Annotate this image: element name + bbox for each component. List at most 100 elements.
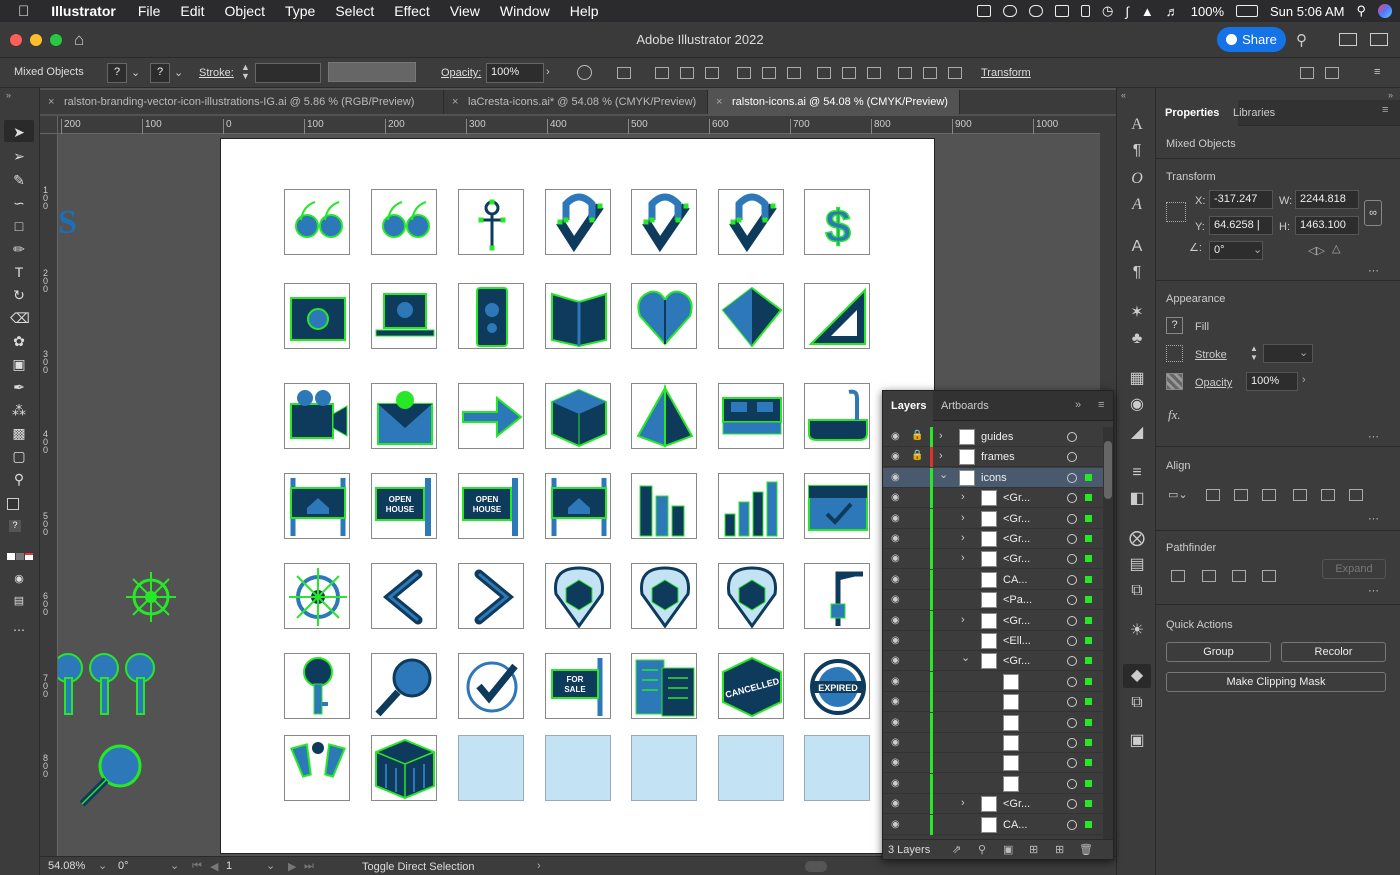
battery-icon[interactable] [1236,5,1259,17]
zoom-chevron-icon[interactable]: ⌄ [98,859,107,872]
selection-indicator[interactable] [1085,718,1092,726]
lasso-tool-icon[interactable]: ✿ [10,333,28,349]
tab-properties[interactable]: Properties [1165,107,1219,119]
clipping-mask-icon[interactable]: ▣ [1003,843,1013,856]
align-bottom-icon[interactable] [787,67,801,79]
distribute-vcenter-icon[interactable] [842,67,856,79]
target-circle-icon[interactable] [1067,452,1077,463]
collapse-panel-icon[interactable]: » [1388,90,1393,100]
direct-selection-tool-icon[interactable]: ➢ [10,148,28,164]
glyphs-panel-icon[interactable]: A [1129,197,1145,213]
reference-point-icon[interactable] [1166,202,1186,222]
appearance-more-icon[interactable]: ⋯ [1368,430,1379,443]
symbol-sprayer-tool-icon[interactable]: ⁂ [10,402,28,418]
menu-edit[interactable]: Edit [180,3,204,19]
cancelled-stamp-icon[interactable]: CANCELLED [718,653,784,719]
color-guide-icon[interactable]: ◉ [1129,397,1145,413]
key-icon[interactable] [284,653,350,719]
empty-icon-frame[interactable] [718,735,784,801]
opacity-label[interactable]: Opacity [1195,377,1232,389]
close-tab-icon[interactable]: × [716,96,722,108]
layer-row[interactable]: ◉ <Pa... [883,590,1103,611]
rotate-chevron-icon[interactable]: ⌄ [1253,243,1262,256]
paintbrush-tool-icon[interactable]: ✏ [10,241,28,257]
diamond-icon[interactable] [718,283,784,349]
bluetooth-icon[interactable]: ∫ [1125,4,1129,19]
menu-help[interactable]: Help [570,3,599,19]
none-mode-icon[interactable] [25,553,33,560]
target-circle-icon[interactable] [1067,697,1077,708]
align-top-icon[interactable] [1293,489,1307,501]
layers-menu-icon[interactable]: ≡ [1098,399,1104,411]
layer-row[interactable]: ◉ CA... [883,569,1103,590]
zoom-level[interactable]: 54.08% [48,860,85,872]
screen-mode-icon[interactable]: ▤ [10,593,28,609]
menu-select[interactable]: Select [335,3,374,19]
volume-icon[interactable]: ♬ [1166,4,1179,19]
last-artboard-icon[interactable]: ⏭ [304,860,314,873]
selection-tool-icon[interactable]: ➤ [10,124,28,140]
x-input[interactable]: -317.247 [1209,190,1273,209]
opacity-label[interactable]: Opacity: [441,67,481,79]
empty-icon-frame[interactable] [458,735,524,801]
cube-icon[interactable] [545,383,611,449]
stroke-swatch-icon[interactable] [1166,345,1183,362]
recolor-button[interactable]: Recolor [1281,642,1386,662]
close-tab-icon[interactable]: × [48,96,54,108]
distribute-bottom-icon[interactable] [867,67,881,79]
distribute-top-icon[interactable] [817,67,831,79]
layer-row[interactable]: ◉ 🔒 › guides [883,427,1103,447]
width-input[interactable]: 2244.818 [1295,190,1359,209]
target-circle-icon[interactable] [1067,636,1077,646]
target-circle-icon[interactable] [1067,778,1077,789]
collapse-arrow-icon[interactable]: ⌄ [961,651,970,664]
opacity-arrow-icon[interactable]: › [546,66,550,78]
symbols-panel-icon[interactable]: ♣ [1129,331,1145,347]
menu-effect[interactable]: Effect [394,3,430,19]
visibility-eye-icon[interactable]: ◉ [891,533,903,544]
layer-row[interactable]: ◉ › <Gr... [883,529,1103,549]
unite-icon[interactable] [1171,570,1185,582]
visibility-eye-icon[interactable]: ◉ [891,676,903,687]
horizontal-ruler[interactable]: 200 100 0 100 200 300 400 500 600 700 800 900 1000 [58,116,1100,134]
phone-icon[interactable] [458,283,524,349]
layers-collapse-icon[interactable]: » [1075,399,1081,411]
type-tool-icon[interactable]: T [10,264,28,280]
hanger-check-icon[interactable] [718,189,784,255]
cheers-icon[interactable] [284,735,350,801]
menu-object[interactable]: Object [225,3,265,19]
stroke-chevron-icon[interactable]: ⌄ [174,66,183,79]
fill-swatch[interactable]: ? [107,63,127,83]
gradient-panel-icon[interactable]: ◢ [1129,425,1145,441]
new-layer-icon[interactable]: ⊞ [1055,843,1064,856]
lock-icon[interactable] [1080,5,1090,17]
target-circle-icon[interactable] [1067,799,1077,810]
target-circle-icon[interactable] [1067,554,1077,565]
selection-indicator[interactable] [1085,535,1092,542]
character-panel-icon[interactable]: A [1129,117,1145,133]
layer-row[interactable]: ◉ [883,733,1103,753]
visibility-eye-icon[interactable]: ◉ [891,717,903,728]
visibility-eye-icon[interactable]: ◉ [891,655,903,666]
first-artboard-icon[interactable]: ⏮ [192,860,202,873]
expand-arrow-icon[interactable]: › [961,614,965,626]
visibility-eye-icon[interactable]: ◉ [891,431,903,442]
edit-toolbar-icon[interactable]: ⋯ [10,622,28,638]
map-pin-icon[interactable] [631,563,697,629]
rotation-chevron-icon[interactable]: ⌄ [170,859,179,872]
selection-indicator[interactable] [1085,677,1092,685]
visibility-eye-icon[interactable]: ◉ [891,757,903,768]
artboard-chevron-icon[interactable]: ⌄ [266,859,275,872]
visibility-eye-icon[interactable]: ◉ [891,819,903,830]
map-pin-icon[interactable] [545,563,611,629]
target-circle-icon[interactable] [1067,534,1077,544]
tab-libraries[interactable]: Libraries [1233,107,1275,119]
fill-unknown-icon[interactable]: ? [9,520,21,532]
artboard-tool-icon[interactable]: ▢ [10,448,28,464]
selection-indicator[interactable] [1085,555,1092,563]
selection-indicator[interactable] [1085,698,1092,706]
expand-arrow-icon[interactable]: › [961,512,965,524]
align-left-icon[interactable] [655,67,669,79]
shape-builder-tool-icon[interactable]: ▩ [10,425,28,441]
intersect-icon[interactable] [1232,570,1246,582]
